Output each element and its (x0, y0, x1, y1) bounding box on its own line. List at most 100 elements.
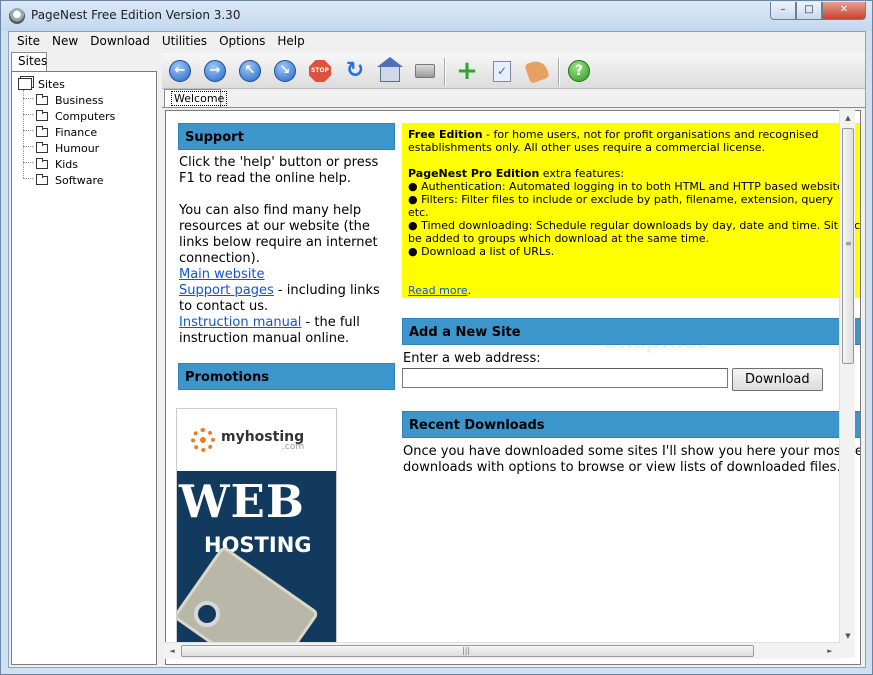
myhosting-logo-icon (191, 428, 215, 452)
sites-tree: Sites Business Computers Finance Humour … (11, 71, 157, 665)
folder-icon (36, 173, 48, 185)
free-edition-text: - for home users, not for profit organis… (482, 128, 819, 141)
right-column: Free Edition - for home users, not for p… (402, 123, 861, 476)
feature-timed-cont: be added to groups which download at the… (408, 232, 710, 245)
tree-guide-line (23, 90, 24, 178)
menu-site[interactable]: Site (11, 32, 46, 51)
tree-item-label: Software (55, 173, 104, 187)
menu-new[interactable]: New (46, 32, 84, 51)
pro-edition-title: PageNest Pro Edition (408, 167, 540, 180)
horizontal-scroll-thumb[interactable]: ||| (181, 645, 754, 657)
menu-options[interactable]: Options (213, 32, 271, 51)
check-button[interactable]: ✓ (490, 59, 514, 83)
tree-branch (23, 114, 33, 115)
feature-filters-cont: etc. (408, 206, 429, 219)
sites-folder-icon (18, 78, 32, 90)
menu-help[interactable]: Help (271, 32, 310, 51)
app-icon (9, 8, 25, 24)
help-button[interactable]: ? (567, 59, 591, 83)
forward-icon: → (204, 60, 226, 82)
maximize-button[interactable]: □ (796, 2, 822, 20)
folder-icon (36, 141, 48, 153)
feature-authentication: ● Authentication: Automated logging in t… (408, 180, 853, 193)
tree-item-label: Kids (55, 157, 78, 171)
down-button[interactable]: ↘ (273, 59, 297, 83)
tab-welcome-label: Welcome (171, 91, 228, 106)
read-more-link[interactable]: Read more (408, 284, 468, 297)
main-website-link[interactable]: Main website (179, 267, 265, 282)
toolbar-separator (444, 58, 445, 86)
scroll-right-arrow[interactable]: ► (822, 643, 838, 659)
horizontal-scrollbar[interactable]: ◄ ||| ► (164, 642, 840, 659)
menu-bar: Site New Download Utilities Options Help (9, 32, 865, 51)
tree-item-label: Humour (55, 141, 100, 155)
tree-item-label: Business (55, 93, 104, 107)
welcome-page: Support Click the 'help' button or press… (165, 110, 861, 665)
download-button[interactable]: Download (731, 368, 823, 391)
support-pages-link[interactable]: Support pages (179, 283, 274, 298)
ad-tag-hole (194, 601, 220, 627)
back-icon: ← (169, 60, 191, 82)
home-icon (377, 57, 403, 82)
horizontal-grip: ||| (462, 646, 471, 655)
feature-url-list: ● Download a list of URLs. (408, 245, 555, 258)
recent-downloads-text: Once you have downloaded some sites I'll… (402, 438, 860, 476)
window-controls: – □ ✕ (770, 2, 866, 20)
scroll-up-arrow[interactable]: ▲ (840, 110, 856, 126)
minimize-button[interactable]: – (770, 2, 796, 20)
print-button[interactable] (413, 59, 437, 83)
support-paragraph-1: Click the 'help' button or press F1 to r… (179, 155, 379, 186)
tree-item-humour[interactable]: Humour (36, 140, 99, 156)
refresh-button[interactable]: ↻ (343, 59, 367, 83)
close-button[interactable]: ✕ (822, 2, 866, 20)
tree-branch (23, 162, 33, 163)
tree-root-sites[interactable]: Sites (18, 76, 65, 92)
hosting-ad-banner[interactable]: myhosting .com WEB HOSTING (176, 408, 337, 648)
tree-branch (23, 98, 33, 99)
tree-item-label: Finance (55, 125, 98, 139)
folder-icon (36, 109, 48, 121)
stop-button[interactable]: STOP (308, 59, 332, 83)
tree-item-finance[interactable]: Finance (36, 124, 97, 140)
forward-button[interactable]: → (203, 59, 227, 83)
home-button[interactable] (377, 57, 403, 83)
pro-edition-suffix: extra features: (539, 167, 625, 180)
ad-tag-graphic (177, 545, 320, 647)
tree-item-kids[interactable]: Kids (36, 156, 78, 172)
back-button[interactable]: ← (168, 59, 192, 83)
feature-timed-downloading: ● Timed downloading: Schedule regular do… (408, 219, 861, 232)
hand-icon (524, 58, 550, 84)
tree-item-business[interactable]: Business (36, 92, 104, 108)
client-area: Site New Download Utilities Options Help… (8, 31, 866, 668)
instruction-manual-link[interactable]: Instruction manual (179, 315, 301, 330)
tree-item-software[interactable]: Software (36, 172, 104, 188)
recent-downloads-heading: Recent Downloads (402, 411, 860, 438)
tree-item-label: Computers (55, 109, 116, 123)
menu-download[interactable]: Download (84, 32, 156, 51)
watermark: Snapfiles (605, 329, 710, 353)
vertical-scroll-thumb[interactable]: ≡ (842, 128, 854, 364)
ad-brand: myhosting .com (221, 429, 304, 452)
ad-logo-area: myhosting .com (177, 409, 336, 471)
app-window: PageNest Free Edition Version 3.30 – □ ✕… (0, 0, 873, 675)
hand-button[interactable] (524, 58, 550, 84)
menu-utilities[interactable]: Utilities (156, 32, 213, 51)
window-title: PageNest Free Edition Version 3.30 (31, 8, 241, 22)
web-address-input[interactable] (402, 368, 728, 388)
free-edition-title: Free Edition (408, 128, 483, 141)
tab-welcome[interactable]: Welcome (164, 89, 228, 108)
up-icon: ↖ (239, 60, 261, 82)
check-icon: ✓ (493, 60, 511, 82)
add-site-button[interactable]: + (455, 58, 479, 84)
tree-item-computers[interactable]: Computers (36, 108, 115, 124)
scroll-down-arrow[interactable]: ▼ (840, 628, 856, 644)
tree-branch (23, 130, 33, 131)
vertical-scrollbar[interactable]: ▲ ≡ ▼ (839, 110, 855, 658)
folder-icon (36, 93, 48, 105)
tab-sites[interactable]: Sites (11, 52, 47, 71)
print-icon (415, 64, 435, 78)
tree-root-label: Sites (38, 77, 65, 91)
scroll-left-arrow[interactable]: ◄ (164, 643, 180, 659)
up-button[interactable]: ↖ (238, 59, 262, 83)
